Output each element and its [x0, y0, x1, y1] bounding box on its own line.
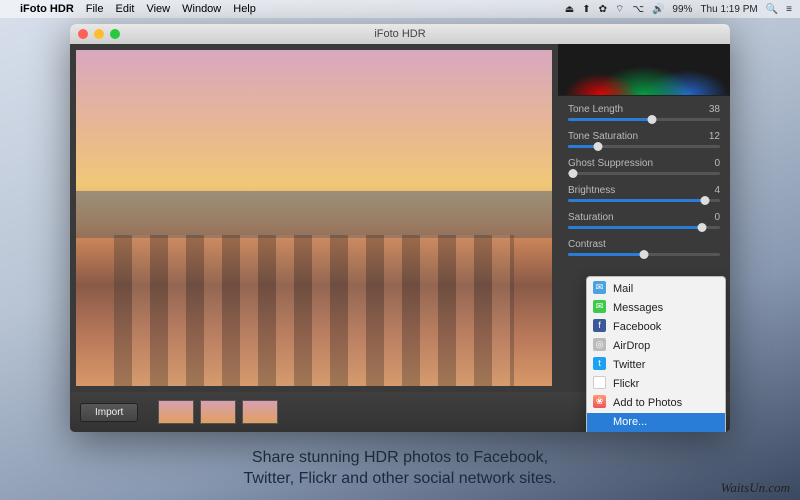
slider-value: 4 — [714, 185, 720, 196]
bluetooth-icon[interactable]: ⌥ — [632, 4, 644, 15]
app-menu[interactable]: iFoto HDR — [20, 3, 74, 15]
import-button[interactable]: Import — [80, 403, 138, 422]
messages-icon: ✉ — [593, 300, 606, 313]
battery-status[interactable]: 99% — [672, 4, 692, 15]
slider-contrast[interactable]: Contrast — [568, 239, 720, 256]
preview-pane — [70, 44, 558, 392]
share-item-twitter[interactable]: t Twitter — [587, 356, 725, 375]
slider-label: Tone Saturation — [568, 131, 638, 142]
share-item-facebook[interactable]: f Facebook — [587, 318, 725, 337]
slider-saturation[interactable]: Saturation 0 — [568, 212, 720, 229]
share-item-label: More... — [613, 416, 647, 428]
slider-knob[interactable] — [594, 142, 603, 151]
facebook-icon: f — [593, 319, 606, 332]
slider-tone-length[interactable]: Tone Length 38 — [568, 104, 720, 121]
slider-label: Contrast — [568, 239, 606, 250]
slider-track[interactable] — [568, 172, 720, 175]
status-icon: ✿ — [599, 4, 607, 15]
clock[interactable]: Thu 1:19 PM — [700, 4, 757, 15]
notifications-icon[interactable]: ≡ — [786, 4, 792, 15]
share-item-label: Twitter — [613, 359, 645, 371]
status-icon: ⬆ — [582, 4, 590, 15]
share-item-label: Mail — [613, 283, 633, 295]
share-item-label: Facebook — [613, 321, 661, 333]
share-item-label: Add to Photos — [613, 397, 682, 409]
app-window: iFoto HDR Tone Length 38 Tone Saturation 12… — [70, 24, 730, 432]
histogram — [558, 44, 730, 96]
photos-icon: ❀ — [593, 395, 606, 408]
menu-view[interactable]: View — [146, 3, 170, 15]
share-item-more[interactable]: More... — [587, 413, 725, 432]
share-item-label: Messages — [613, 302, 663, 314]
menu-window[interactable]: Window — [182, 3, 221, 15]
slider-knob[interactable] — [647, 115, 656, 124]
share-item-messages[interactable]: ✉ Messages — [587, 299, 725, 318]
thumbnail[interactable] — [200, 400, 236, 424]
wifi-icon[interactable]: ⌔ — [615, 3, 624, 16]
slider-label: Ghost Suppression — [568, 158, 653, 169]
thumbnail[interactable] — [242, 400, 278, 424]
caption-line: Share stunning HDR photos to Facebook, — [0, 448, 800, 469]
slider-label: Tone Length — [568, 104, 623, 115]
slider-brightness[interactable]: Brightness 4 — [568, 185, 720, 202]
slider-value: 0 — [714, 212, 720, 223]
caption-line: Twitter, Flickr and other social network… — [0, 469, 800, 490]
share-item-label: AirDrop — [613, 340, 650, 352]
slider-tone-saturation[interactable]: Tone Saturation 12 — [568, 131, 720, 148]
window-titlebar[interactable]: iFoto HDR — [70, 24, 730, 44]
status-icon: ⏏ — [565, 4, 574, 15]
menu-file[interactable]: File — [86, 3, 104, 15]
slider-track[interactable] — [568, 253, 720, 256]
thumbnail-strip — [158, 400, 278, 424]
slider-knob[interactable] — [568, 169, 577, 178]
menu-help[interactable]: Help — [233, 3, 256, 15]
slider-track[interactable] — [568, 226, 720, 229]
watermark: WaitsUn.com — [721, 480, 790, 496]
volume-icon[interactable]: 🔊 — [652, 4, 664, 15]
flickr-icon: •• — [593, 376, 606, 389]
slider-track[interactable] — [568, 199, 720, 202]
slider-ghost-suppression[interactable]: Ghost Suppression 0 — [568, 158, 720, 175]
share-item-mail[interactable]: ✉ Mail — [587, 280, 725, 299]
slider-value: 0 — [714, 158, 720, 169]
share-item-label: Flickr — [613, 378, 639, 390]
airdrop-icon: ◎ — [593, 338, 606, 351]
thumbnail[interactable] — [158, 400, 194, 424]
slider-label: Brightness — [568, 185, 615, 196]
mail-icon: ✉ — [593, 281, 606, 294]
slider-knob[interactable] — [700, 196, 709, 205]
mac-menubar: iFoto HDR File Edit View Window Help ⏏ ⬆… — [0, 0, 800, 18]
window-title: iFoto HDR — [70, 28, 730, 40]
twitter-icon: t — [593, 357, 606, 370]
slider-track[interactable] — [568, 118, 720, 121]
share-item-airdrop[interactable]: ◎ AirDrop — [587, 337, 725, 356]
slider-label: Saturation — [568, 212, 614, 223]
adjustments-panel: Tone Length 38 Tone Saturation 12 Ghost Supp… — [558, 44, 730, 392]
slider-knob[interactable] — [697, 223, 706, 232]
slider-knob[interactable] — [640, 250, 649, 259]
share-item-add-to-photos[interactable]: ❀ Add to Photos — [587, 394, 725, 413]
marketing-caption: Share stunning HDR photos to Facebook, T… — [0, 448, 800, 490]
slider-value: 38 — [709, 104, 720, 115]
share-menu-popup: ✉ Mail ✉ Messages f Facebook ◎ AirDrop t Twitter •… — [586, 276, 726, 432]
spotlight-icon[interactable]: 🔍 — [766, 4, 778, 15]
menu-edit[interactable]: Edit — [116, 3, 135, 15]
slider-value: 12 — [709, 131, 720, 142]
preview-image[interactable] — [76, 50, 552, 386]
slider-track[interactable] — [568, 145, 720, 148]
share-item-flickr[interactable]: •• Flickr — [587, 375, 725, 394]
